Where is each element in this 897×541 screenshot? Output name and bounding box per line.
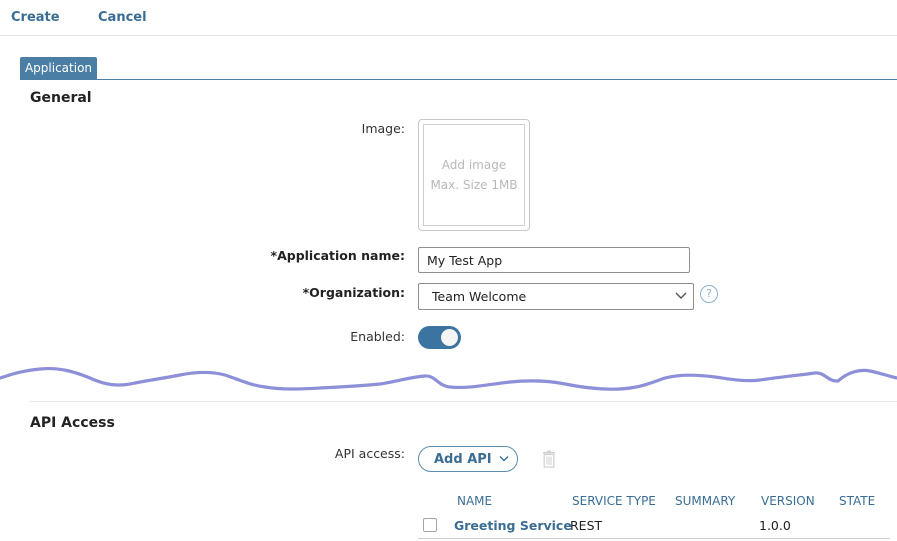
image-placeholder: Add image Max. Size 1MB (423, 124, 525, 226)
help-icon[interactable]: ? (700, 285, 718, 303)
chevron-down-icon (675, 292, 687, 299)
table-row-divider (418, 538, 890, 539)
api-service-type: REST (570, 518, 603, 533)
section-divider (30, 401, 897, 402)
organization-select[interactable]: Team Welcome (418, 283, 694, 310)
cancel-button[interactable]: Cancel (98, 10, 147, 25)
image-placeholder-text: Add image (441, 158, 507, 172)
column-header-state[interactable]: STATE (839, 494, 875, 508)
organization-label: *Organization: (302, 285, 405, 300)
section-title-general: General (30, 90, 92, 106)
tab-underline (20, 79, 897, 80)
column-header-summary[interactable]: SUMMARY (675, 494, 735, 508)
api-name-link[interactable]: Greeting Service (454, 518, 572, 533)
image-upload[interactable]: Add image Max. Size 1MB (418, 119, 530, 231)
section-title-api-access: API Access (30, 415, 115, 431)
toolbar-divider (0, 35, 897, 36)
application-name-label: *Application name: (270, 248, 405, 263)
column-header-version[interactable]: VERSION (761, 494, 815, 508)
chevron-down-icon (499, 456, 509, 462)
row-select-checkbox[interactable] (423, 518, 437, 532)
torn-edge-separator (0, 366, 897, 391)
organization-selected-value: Team Welcome (432, 289, 527, 304)
enabled-toggle[interactable] (418, 326, 461, 349)
tab-application[interactable]: Application (20, 57, 97, 79)
trash-icon[interactable] (542, 450, 556, 468)
image-label: Image: (361, 121, 405, 136)
application-name-field[interactable] (418, 247, 690, 273)
column-header-name[interactable]: NAME (457, 494, 492, 508)
toggle-knob (441, 329, 458, 346)
add-api-label: Add API (434, 452, 492, 467)
api-version: 1.0.0 (759, 518, 791, 533)
image-size-hint: Max. Size 1MB (430, 178, 518, 192)
api-access-label: API access: (334, 446, 405, 461)
create-button[interactable]: Create (11, 10, 60, 25)
enabled-label: Enabled: (350, 329, 405, 344)
column-header-service-type[interactable]: SERVICE TYPE (572, 494, 656, 508)
add-api-button[interactable]: Add API (418, 446, 518, 472)
